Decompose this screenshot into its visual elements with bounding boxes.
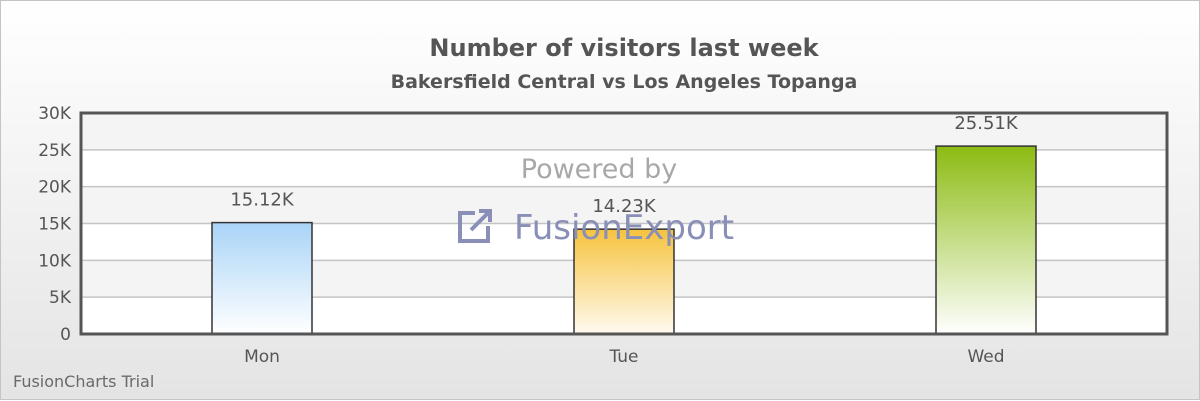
x-tick-label: Wed bbox=[967, 347, 1004, 367]
bar-mon bbox=[211, 221, 313, 335]
x-tick-label: Tue bbox=[608, 347, 638, 367]
chart-svg: Number of visitors last week Bakersfield… bbox=[13, 34, 1169, 391]
y-tick-label: 30K bbox=[38, 104, 72, 124]
y-tick-label: 10K bbox=[38, 251, 72, 271]
chart-title: Number of visitors last week bbox=[429, 34, 819, 62]
y-tick-label: 20K bbox=[38, 178, 72, 198]
value-label: 15.12K bbox=[230, 190, 295, 211]
bar-wed bbox=[935, 145, 1037, 335]
chart-subtitle: Bakersfield Central vs Los Angeles Topan… bbox=[391, 71, 858, 93]
y-axis-ticks: 0 5K 10K 15K 20K 25K 30K bbox=[38, 104, 72, 345]
trial-watermark: FusionCharts Trial bbox=[13, 372, 154, 391]
watermark-powered-by: Powered by bbox=[521, 154, 678, 185]
y-tick-label: 5K bbox=[49, 288, 72, 308]
y-tick-label: 25K bbox=[38, 141, 72, 161]
value-label: 25.51K bbox=[954, 113, 1019, 134]
x-tick-label: Mon bbox=[244, 347, 280, 367]
watermark-brand: FusionExport bbox=[514, 208, 734, 248]
chart-container: Number of visitors last week Bakersfield… bbox=[0, 0, 1200, 400]
y-tick-label: 0 bbox=[60, 325, 71, 345]
y-tick-label: 15K bbox=[38, 215, 72, 235]
